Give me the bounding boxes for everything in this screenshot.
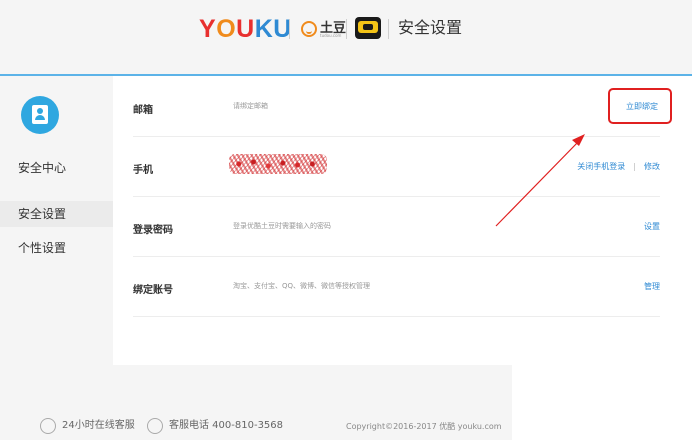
- tudou-logo[interactable]: 土豆 tudou.com: [301, 18, 346, 40]
- header-divider: [388, 19, 389, 39]
- copyright-text: Copyright©2016-2017 优酷 youku.com: [346, 422, 502, 431]
- annotation-highlight-box: [608, 88, 672, 124]
- settings-row-password: 登录密码 登录优酷土豆时需要输入的密码 设置: [133, 196, 660, 257]
- youku-logo[interactable]: YOUKU: [199, 14, 292, 44]
- settings-panel: 邮箱 请绑定邮箱 立即绑定 手机 关闭手机登录 | 修改 登录密码 登录优酷土豆时需…: [113, 76, 692, 365]
- phone-icon: [147, 418, 163, 434]
- redacted-phone-number: [229, 154, 327, 174]
- id-card-icon: [32, 105, 48, 124]
- sidebar: 安全中心 安全设置 个性设置: [0, 76, 113, 365]
- tudou-domain-text: tudou.com: [320, 33, 342, 38]
- laifeng-logo-icon[interactable]: [355, 17, 381, 39]
- row-label: 手机: [133, 165, 153, 176]
- settings-row-linked-accounts: 绑定账号 淘宝、支付宝、QQ、微博、微信等授权管理 管理: [133, 256, 660, 317]
- sidebar-item-security-settings[interactable]: 安全设置: [0, 201, 113, 227]
- online-service-link[interactable]: 24小时在线客服: [62, 420, 135, 432]
- settings-row-email: 邮箱 请绑定邮箱 立即绑定: [133, 76, 660, 137]
- manage-accounts-link[interactable]: 管理: [644, 281, 660, 292]
- sidebar-item-personal-settings[interactable]: 个性设置: [18, 239, 66, 256]
- row-label: 绑定账号: [133, 285, 173, 296]
- page-header: YOUKU 土豆 tudou.com 安全设置: [0, 0, 692, 74]
- disable-phone-login-link[interactable]: 关闭手机登录: [577, 162, 625, 171]
- phone-service-text: 客服电话 400-810-3568: [169, 420, 284, 431]
- row-description: 登录优酷土豆时需要输入的密码: [233, 222, 331, 230]
- row-label: 登录密码: [133, 225, 173, 236]
- sidebar-title: 安全中心: [18, 161, 67, 175]
- headset-icon: [40, 418, 56, 434]
- set-password-link[interactable]: 设置: [644, 221, 660, 232]
- header-divider: [289, 19, 290, 39]
- row-description: 淘宝、支付宝、QQ、微博、微信等授权管理: [233, 282, 371, 290]
- footer-blank-area: [512, 365, 692, 440]
- phone-actions: 关闭手机登录 | 修改: [577, 162, 660, 171]
- row-description: 请绑定邮箱: [233, 102, 268, 110]
- header-divider: [346, 19, 347, 39]
- youku-logo-text: YOUKU: [199, 15, 292, 43]
- security-center-icon: [21, 96, 59, 134]
- modify-phone-link[interactable]: 修改: [644, 162, 660, 171]
- settings-row-phone: 手机 关闭手机登录 | 修改: [133, 136, 660, 197]
- page-title: 安全设置: [398, 18, 463, 37]
- tudou-smile-icon: [301, 21, 317, 37]
- row-label: 邮箱: [133, 105, 153, 116]
